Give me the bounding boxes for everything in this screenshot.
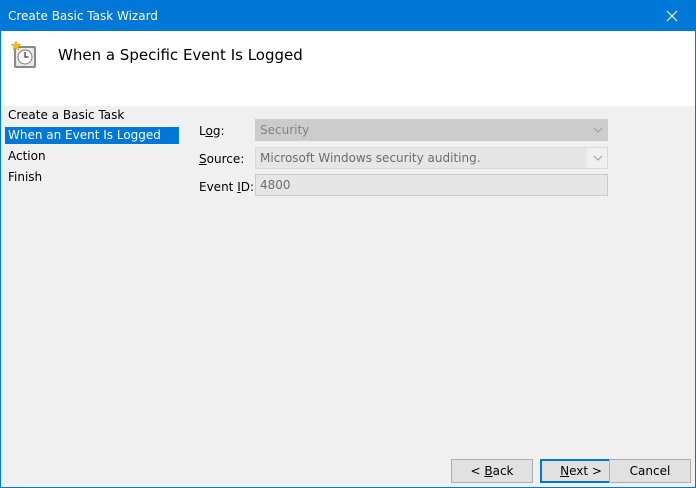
close-icon bbox=[666, 10, 678, 22]
source-combo[interactable]: Microsoft Windows security auditing. bbox=[255, 147, 608, 169]
event-id-label-text-b: D: bbox=[240, 180, 255, 194]
event-id-field[interactable]: 4800 bbox=[255, 174, 608, 196]
chevron-down-icon bbox=[593, 155, 603, 161]
wizard-header: When a Specific Event Is Logged bbox=[1, 31, 695, 106]
wizard-window: Create Basic Task Wizard When a Specific… bbox=[0, 0, 696, 488]
log-label-text-b: g: bbox=[212, 124, 225, 138]
wizard-steps: Create a Basic Task When an Event Is Log… bbox=[1, 106, 181, 456]
page-heading: When a Specific Event Is Logged bbox=[58, 46, 303, 64]
source-label-text-b: ource: bbox=[206, 152, 245, 166]
cancel-button-label: Cancel bbox=[629, 464, 671, 478]
title-bar[interactable]: Create Basic Task Wizard bbox=[1, 1, 695, 31]
step-finish[interactable]: Finish bbox=[5, 169, 179, 186]
event-id-label-text-a: Event bbox=[199, 180, 238, 194]
next-button-accel: N bbox=[560, 464, 570, 478]
step-action[interactable]: Action bbox=[5, 148, 179, 165]
window-title: Create Basic Task Wizard bbox=[8, 9, 158, 23]
source-value: Microsoft Windows security auditing. bbox=[260, 151, 481, 165]
back-button[interactable]: < Back bbox=[451, 459, 533, 483]
event-id-value: 4800 bbox=[260, 178, 291, 192]
event-id-label: Event ID: bbox=[199, 180, 254, 194]
source-label: Source: bbox=[199, 152, 244, 166]
back-button-text: ack bbox=[492, 464, 514, 478]
back-button-accel: B bbox=[484, 464, 493, 478]
log-label: Log: bbox=[199, 124, 225, 138]
task-clock-icon bbox=[10, 40, 36, 68]
step-create-basic-task[interactable]: Create a Basic Task bbox=[5, 107, 179, 124]
step-when-event-logged[interactable]: When an Event Is Logged bbox=[5, 127, 179, 144]
log-value: Security bbox=[260, 123, 310, 137]
close-button[interactable] bbox=[649, 1, 695, 31]
cancel-button[interactable]: Cancel bbox=[609, 459, 691, 483]
next-button-text: ext > bbox=[569, 464, 602, 478]
source-label-accel: S bbox=[199, 152, 207, 166]
back-button-prefix: < bbox=[470, 464, 485, 478]
chevron-down-icon bbox=[593, 127, 603, 133]
log-combo[interactable]: Security bbox=[255, 119, 608, 141]
log-label-accel: o bbox=[205, 124, 213, 138]
